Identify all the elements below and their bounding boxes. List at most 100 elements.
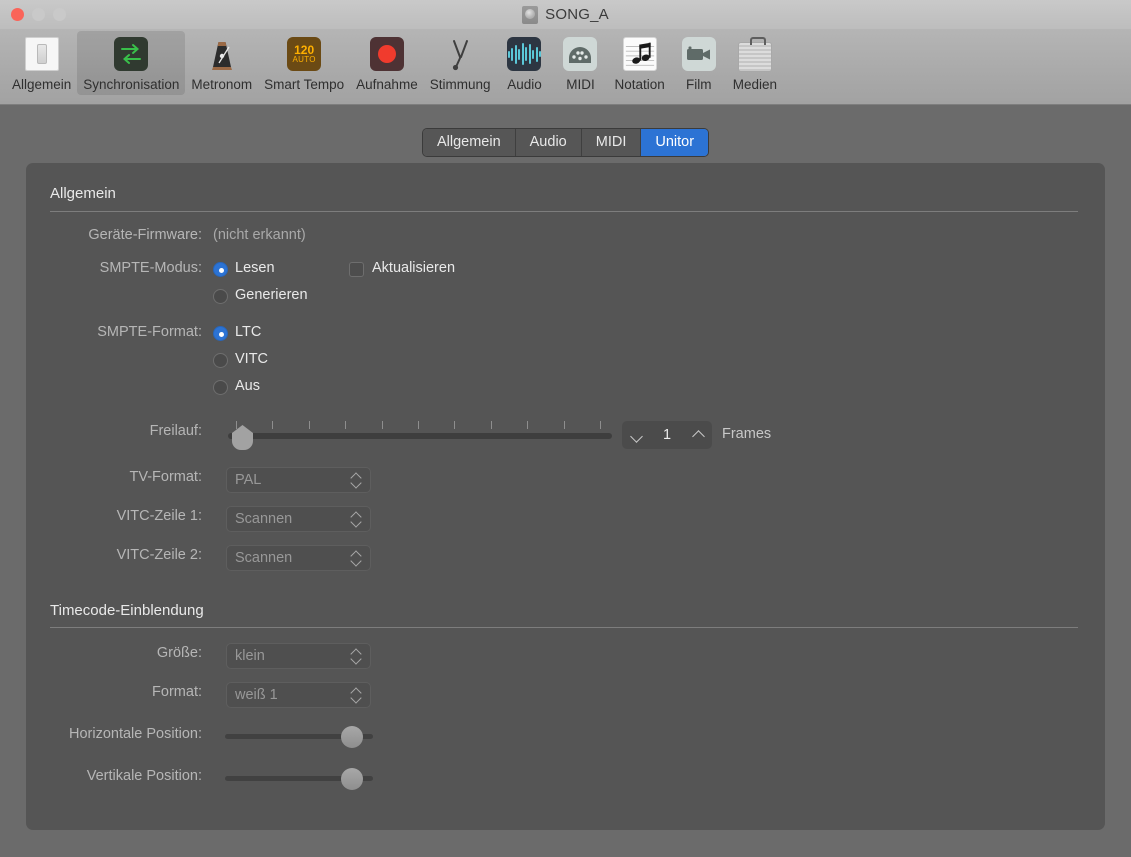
aktualisieren-checkbox[interactable]: [349, 262, 364, 277]
section-title-allgemein: Allgemein: [50, 185, 116, 202]
tempo-mode: AUTO: [292, 55, 316, 64]
slider-tick: [454, 421, 456, 429]
briefcase-icon: [736, 35, 774, 73]
aktualisieren-label[interactable]: Aktualisieren: [372, 260, 455, 276]
format-value: weiß 1: [235, 687, 278, 703]
slider-tick: [418, 421, 419, 429]
toolbar-item-label: Allgemein: [12, 77, 72, 92]
freewheel-stepper[interactable]: 1: [622, 421, 712, 449]
tuning-fork-icon: [441, 35, 479, 73]
toolbar-item-audio[interactable]: Audio: [496, 31, 552, 95]
slider-tick: [381, 421, 383, 429]
preferences-toolbar: Allgemein Synchronisation Metronom 120 A…: [0, 29, 1131, 105]
toolbar-item-label: Aufnahme: [356, 77, 418, 92]
format-popup[interactable]: weiß 1: [226, 682, 371, 708]
freewheel-value[interactable]: 1: [658, 427, 676, 443]
size-label: Größe:: [156, 645, 202, 661]
toolbar-item-label: Metronom: [191, 77, 253, 92]
toolbar-item-notation[interactable]: Notation: [608, 31, 670, 95]
slider-tick: [527, 421, 529, 429]
toolbar-item-label: Medien: [732, 77, 778, 92]
switch-icon: [23, 35, 61, 73]
smpte-format-label: SMPTE-Format:: [97, 324, 202, 340]
metronome-icon: [203, 35, 241, 73]
slider-tick: [272, 421, 274, 429]
chevron-updown-icon: [351, 472, 362, 488]
toolbar-item-smart-tempo[interactable]: 120 AUTO Smart Tempo: [258, 31, 350, 95]
toolbar-item-midi[interactable]: MIDI: [552, 31, 608, 95]
tab-unitor[interactable]: Unitor: [641, 129, 709, 156]
project-document-icon: [522, 5, 539, 24]
smpte-mode-label: SMPTE-Modus:: [99, 260, 202, 276]
section-divider-timecode: [50, 627, 1078, 628]
tab-midi[interactable]: MIDI: [581, 129, 642, 156]
toolbar-item-stimmung[interactable]: Stimmung: [424, 31, 497, 95]
toolbar-item-medien[interactable]: Medien: [727, 31, 783, 95]
chevron-updown-icon: [351, 687, 362, 703]
unitor-settings-panel: Allgemein Geräte-Firmware: (nicht erkann…: [26, 163, 1105, 830]
chevron-up-icon[interactable]: [692, 429, 704, 441]
slider-thumb[interactable]: [340, 768, 363, 790]
freewheel-slider[interactable]: [228, 420, 612, 450]
vitc-line-1-value: Scannen: [235, 511, 293, 527]
vitc-line-2-label: VITC-Zeile 2:: [116, 547, 202, 563]
smpte-format-radio-aus[interactable]: [213, 380, 228, 395]
chevron-updown-icon: [351, 648, 362, 664]
tempo-120-auto-icon: 120 AUTO: [285, 35, 323, 73]
tv-format-popup[interactable]: PAL: [226, 467, 371, 493]
smpte-mode-label-generieren[interactable]: Generieren: [235, 287, 308, 303]
vitc-line-2-popup[interactable]: Scannen: [226, 545, 371, 571]
tab-audio[interactable]: Audio: [515, 129, 582, 156]
window-title: SONG_A: [545, 6, 609, 23]
smpte-mode-label-lesen[interactable]: Lesen: [235, 260, 275, 276]
firmware-value: (nicht erkannt): [213, 227, 306, 243]
music-note-icon: [621, 35, 659, 73]
slider-tick: [236, 421, 237, 429]
size-popup[interactable]: klein: [226, 643, 371, 669]
smpte-format-label-vitc[interactable]: VITC: [235, 351, 268, 367]
waveform-icon: [505, 35, 543, 73]
toolbar-item-label: Smart Tempo: [264, 77, 345, 92]
sync-arrows-icon: [112, 35, 150, 73]
chevron-down-icon[interactable]: [630, 429, 642, 441]
toolbar-item-film[interactable]: Film: [671, 31, 727, 95]
window-title-group: SONG_A: [0, 0, 1131, 29]
toolbar-item-label: Film: [686, 77, 712, 92]
vitc-line-1-popup[interactable]: Scannen: [226, 506, 371, 532]
vitc-line-1-label: VITC-Zeile 1:: [116, 508, 202, 524]
format-label: Format:: [152, 684, 202, 700]
horizontal-position-label: Horizontale Position:: [69, 726, 202, 742]
slider-tick: [308, 421, 310, 429]
slider-tick-marks: [228, 420, 612, 429]
slider-thumb[interactable]: [340, 726, 363, 748]
slider-tick: [345, 421, 347, 429]
slider-tick: [600, 421, 601, 429]
section-title-timecode: Timecode-Einblendung: [50, 602, 204, 619]
toolbar-item-aufnahme[interactable]: Aufnahme: [350, 31, 424, 95]
smpte-format-radio-vitc[interactable]: [213, 353, 228, 368]
smpte-mode-radio-generieren[interactable]: [213, 289, 228, 304]
window-titlebar: SONG_A: [0, 0, 1131, 29]
smpte-format-label-ltc[interactable]: LTC: [235, 324, 261, 340]
smpte-mode-radio-lesen[interactable]: [213, 262, 228, 277]
slider-tick: [563, 421, 565, 429]
midi-connector-icon: [561, 35, 599, 73]
toolbar-item-label: Synchronisation: [83, 77, 180, 92]
vertical-position-label: Vertikale Position:: [86, 768, 202, 784]
record-circle-icon: [368, 35, 406, 73]
vertical-position-slider[interactable]: [225, 768, 373, 790]
toolbar-item-metronom[interactable]: Metronom: [185, 31, 258, 95]
smpte-format-radio-ltc[interactable]: [213, 326, 228, 341]
video-camera-icon: [680, 35, 718, 73]
horizontal-position-slider[interactable]: [225, 726, 373, 748]
chevron-updown-icon: [351, 550, 362, 566]
preferences-window: SONG_A Allgemein Synchronisation Metrono…: [0, 0, 1131, 857]
freewheel-unit-label: Frames: [722, 426, 772, 442]
slider-track: [228, 433, 612, 439]
toolbar-item-synchronisation[interactable]: Synchronisation: [77, 31, 186, 95]
tab-allgemein[interactable]: Allgemein: [422, 129, 516, 156]
smpte-format-label-aus[interactable]: Aus: [235, 378, 260, 394]
size-value: klein: [235, 648, 265, 664]
vitc-line-2-value: Scannen: [235, 550, 293, 566]
toolbar-item-allgemein[interactable]: Allgemein: [6, 31, 77, 95]
